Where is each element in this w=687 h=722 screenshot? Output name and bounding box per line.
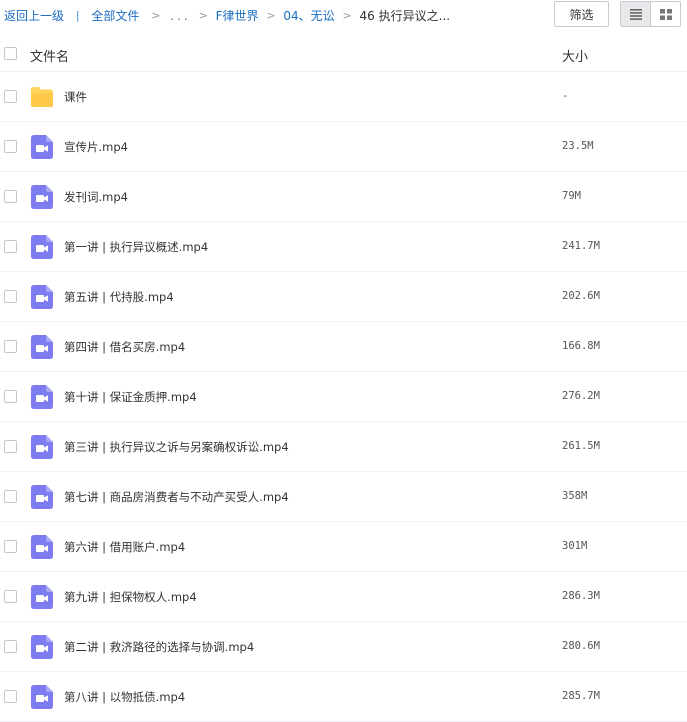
all-files-link[interactable]: 全部文件 — [91, 8, 139, 24]
row-checkbox[interactable] — [4, 140, 17, 153]
file-name[interactable]: 第十讲 | 保证金质押.mp4 — [64, 389, 197, 405]
file-size: 280.6M — [562, 640, 600, 652]
file-name[interactable]: 发刊词.mp4 — [64, 189, 128, 205]
folder-icon — [30, 86, 53, 110]
video-file-icon — [31, 385, 53, 409]
file-name[interactable]: 第五讲 | 代持股.mp4 — [64, 289, 174, 305]
file-size: 285.7M — [562, 690, 600, 702]
file-name[interactable]: 第三讲 | 执行异议之诉与另案确权诉讼.mp4 — [64, 439, 289, 455]
breadcrumb-current: 46 执行异议之... — [359, 9, 451, 23]
breadcrumb-separator: | — [75, 9, 80, 22]
breadcrumb-arrow-icon: > — [151, 9, 161, 22]
select-all-checkbox[interactable] — [4, 47, 17, 60]
breadcrumb-arrow-icon: > — [198, 9, 208, 22]
grid-view-icon — [659, 8, 672, 20]
file-name[interactable]: 第四讲 | 借名买房.mp4 — [64, 339, 185, 355]
row-checkbox[interactable] — [4, 390, 17, 403]
file-size: 241.7M — [562, 240, 600, 252]
list-view-icon — [629, 8, 642, 20]
row-checkbox[interactable] — [4, 440, 17, 453]
file-row[interactable]: 第六讲 | 借用账户.mp4 301M — [0, 522, 687, 572]
file-row[interactable]: 第八讲 | 以物抵债.mp4 285.7M — [0, 672, 687, 722]
row-checkbox[interactable] — [4, 690, 17, 703]
video-file-icon — [31, 485, 53, 509]
file-row[interactable]: 第十讲 | 保证金质押.mp4 276.2M — [0, 372, 687, 422]
top-bar: 返回上一级 | 全部文件 > ... > F律世界 > 04、无讼 > 46 执… — [0, 0, 687, 33]
list-view-button[interactable] — [621, 2, 651, 26]
file-size: 301M — [562, 540, 588, 552]
file-size: 358M — [562, 490, 588, 502]
file-size: 261.5M — [562, 440, 600, 452]
breadcrumb-arrow-icon: > — [266, 9, 276, 22]
file-list-header: 文件名 大小 — [0, 36, 687, 72]
file-name[interactable]: 宣传片.mp4 — [64, 139, 128, 155]
row-checkbox[interactable] — [4, 590, 17, 603]
file-row[interactable]: 课件 - — [0, 72, 687, 122]
file-name[interactable]: 课件 — [64, 89, 87, 105]
row-checkbox[interactable] — [4, 240, 17, 253]
filter-button[interactable]: 筛选 — [554, 1, 609, 27]
row-checkbox[interactable] — [4, 90, 17, 103]
row-checkbox[interactable] — [4, 290, 17, 303]
grid-view-button[interactable] — [651, 2, 680, 26]
file-row[interactable]: 第五讲 | 代持股.mp4 202.6M — [0, 272, 687, 322]
file-row[interactable]: 第七讲 | 商品房消费者与不动产买受人.mp4 358M — [0, 472, 687, 522]
breadcrumb-item-wusong[interactable]: 04、无讼 — [283, 8, 334, 24]
back-link[interactable]: 返回上一级 — [4, 8, 64, 24]
file-name[interactable]: 第一讲 | 执行异议概述.mp4 — [64, 239, 208, 255]
file-size: 23.5M — [562, 140, 594, 152]
file-row[interactable]: 第四讲 | 借名买房.mp4 166.8M — [0, 322, 687, 372]
row-checkbox[interactable] — [4, 640, 17, 653]
breadcrumb-item-f-law-world[interactable]: F律世界 — [216, 8, 259, 24]
file-size: 276.2M — [562, 390, 600, 402]
file-name[interactable]: 第九讲 | 担保物权人.mp4 — [64, 589, 197, 605]
row-checkbox[interactable] — [4, 190, 17, 203]
row-checkbox[interactable] — [4, 340, 17, 353]
row-checkbox[interactable] — [4, 540, 17, 553]
file-size: 79M — [562, 190, 581, 202]
column-header-size[interactable]: 大小 — [562, 46, 588, 65]
video-file-icon — [31, 685, 53, 709]
video-file-icon — [31, 235, 53, 259]
video-file-icon — [31, 185, 53, 209]
file-name[interactable]: 第八讲 | 以物抵债.mp4 — [64, 689, 185, 705]
file-row[interactable]: 第二讲 | 救济路径的选择与协调.mp4 280.6M — [0, 622, 687, 672]
video-file-icon — [31, 535, 53, 559]
file-name[interactable]: 第七讲 | 商品房消费者与不动产买受人.mp4 — [64, 489, 289, 505]
video-file-icon — [31, 285, 53, 309]
breadcrumb-ellipsis[interactable]: ... — [170, 8, 190, 24]
file-row[interactable]: 发刊词.mp4 79M — [0, 172, 687, 222]
file-list: 课件 - 宣传片.mp4 23.5M 发刊词.mp4 79M 第一讲 | 执行异… — [0, 72, 687, 722]
video-file-icon — [31, 135, 53, 159]
file-size: 286.3M — [562, 590, 600, 602]
file-row[interactable]: 第三讲 | 执行异议之诉与另案确权诉讼.mp4 261.5M — [0, 422, 687, 472]
file-row[interactable]: 第九讲 | 担保物权人.mp4 286.3M — [0, 572, 687, 622]
breadcrumb-arrow-icon: > — [342, 9, 352, 22]
file-row[interactable]: 第一讲 | 执行异议概述.mp4 241.7M — [0, 222, 687, 272]
video-file-icon — [31, 335, 53, 359]
breadcrumb: 返回上一级 | 全部文件 > ... > F律世界 > 04、无讼 > 46 执… — [4, 8, 450, 24]
row-checkbox[interactable] — [4, 490, 17, 503]
column-header-name[interactable]: 文件名 — [30, 46, 69, 65]
file-row[interactable]: 宣传片.mp4 23.5M — [0, 122, 687, 172]
file-name[interactable]: 第二讲 | 救济路径的选择与协调.mp4 — [64, 639, 254, 655]
file-size: 166.8M — [562, 340, 600, 352]
video-file-icon — [31, 635, 53, 659]
file-size: 202.6M — [562, 290, 600, 302]
file-name[interactable]: 第六讲 | 借用账户.mp4 — [64, 539, 185, 555]
video-file-icon — [31, 435, 53, 459]
view-mode-toggle — [620, 1, 681, 27]
file-size: - — [562, 90, 569, 102]
video-file-icon — [31, 585, 53, 609]
